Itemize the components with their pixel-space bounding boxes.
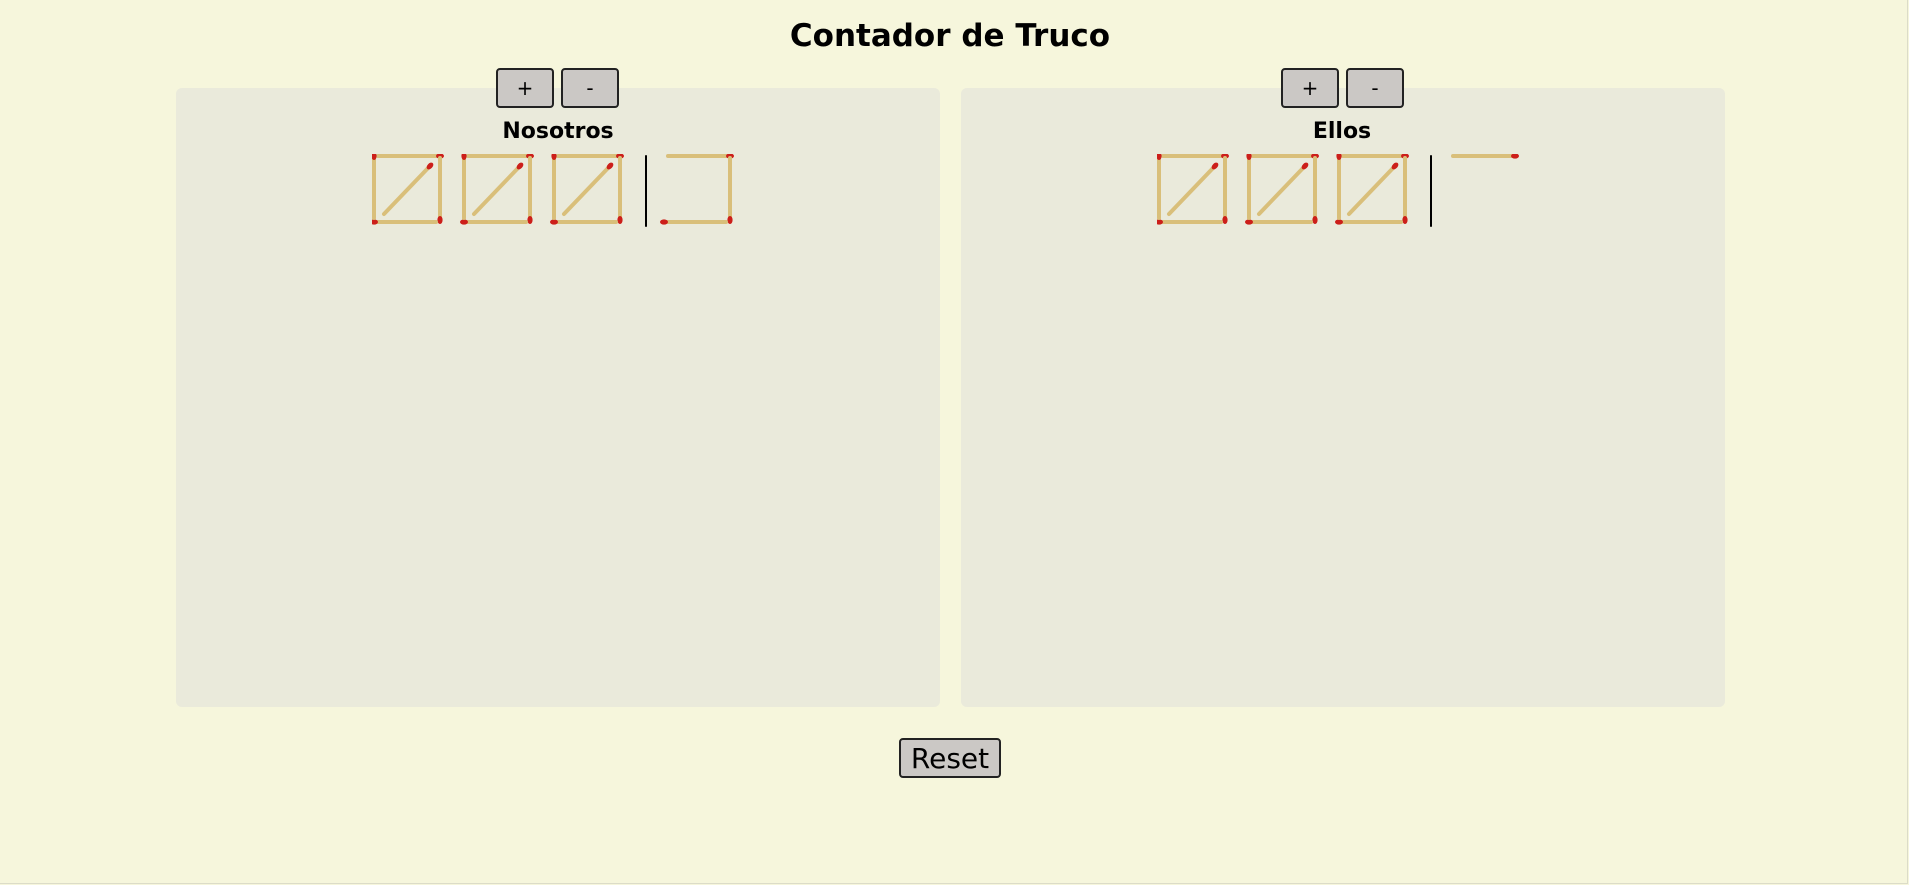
team-name-nosotros: Nosotros	[502, 119, 614, 144]
matchstick-icon	[1245, 219, 1313, 225]
match-head	[1402, 216, 1408, 224]
matchstick-icon	[1167, 162, 1219, 216]
score-tally-nosotros	[372, 154, 734, 227]
matchstick-icon	[1341, 154, 1409, 159]
team-name-ellos: Ellos	[1312, 119, 1372, 144]
ellos-plus-button[interactable]: +	[1281, 68, 1339, 108]
score-tally-ellos	[1157, 154, 1519, 227]
ellos-minus-button[interactable]: -	[1346, 68, 1404, 108]
team-panel-ellos: + - Ellos	[961, 68, 1725, 707]
match-head	[617, 216, 623, 224]
match-head	[437, 216, 443, 224]
match-head	[660, 219, 668, 225]
matchstick-icon	[461, 154, 467, 220]
matchstick-icon	[1157, 219, 1223, 225]
matchstick-icon	[550, 219, 618, 225]
matchstick-icon	[1251, 154, 1319, 159]
match-head	[550, 219, 558, 225]
match-stick	[472, 164, 522, 216]
matchstick-icon	[617, 156, 623, 224]
nosotros-minus-button[interactable]: -	[561, 68, 619, 108]
matchstick-icon	[1246, 154, 1252, 220]
matchstick-icon	[1335, 219, 1403, 225]
reset-button[interactable]: Reset	[899, 738, 1001, 778]
matchstick-icon	[1312, 156, 1318, 224]
matchstick-icon	[372, 219, 438, 225]
matchstick-icon	[372, 154, 377, 220]
matchstick-icon	[472, 162, 524, 216]
matchstick-icon	[376, 154, 444, 159]
matchstick-icon	[1157, 154, 1162, 220]
matchstick-icon	[1402, 156, 1408, 224]
match-stick	[1257, 164, 1307, 216]
match-head	[1312, 216, 1318, 224]
page-title: Contador de Truco	[789, 18, 1111, 54]
matchstick-icon	[1451, 154, 1519, 159]
matchstick-icon	[466, 154, 534, 159]
match-head	[1245, 219, 1253, 225]
matchstick-icon	[460, 219, 528, 225]
nosotros-plus-button[interactable]: +	[496, 68, 554, 108]
match-head	[527, 216, 533, 224]
matchstick-icon	[727, 156, 733, 224]
matchstick-icon	[660, 219, 728, 225]
matchstick-icon	[1161, 154, 1229, 159]
match-stick	[562, 164, 612, 216]
matchstick-icon	[551, 154, 557, 220]
team-panel-nosotros: + - Nosotros	[176, 68, 940, 707]
match-head	[1335, 219, 1343, 225]
matchstick-icon	[556, 154, 624, 159]
match-head	[727, 216, 733, 224]
matchstick-icon	[1222, 156, 1228, 224]
matchstick-icon	[527, 156, 533, 224]
matchstick-icon	[666, 154, 734, 159]
match-head	[460, 219, 468, 225]
match-stick	[382, 164, 432, 216]
matchstick-icon	[1257, 162, 1309, 216]
match-stick	[1347, 164, 1397, 216]
matchstick-icon	[1336, 154, 1342, 220]
matchstick-icon	[382, 162, 434, 216]
match-stick	[1167, 164, 1217, 216]
match-head	[1222, 216, 1228, 224]
matchstick-icon	[562, 162, 614, 216]
matchstick-icon	[1347, 162, 1399, 216]
matchstick-icon	[437, 156, 443, 224]
